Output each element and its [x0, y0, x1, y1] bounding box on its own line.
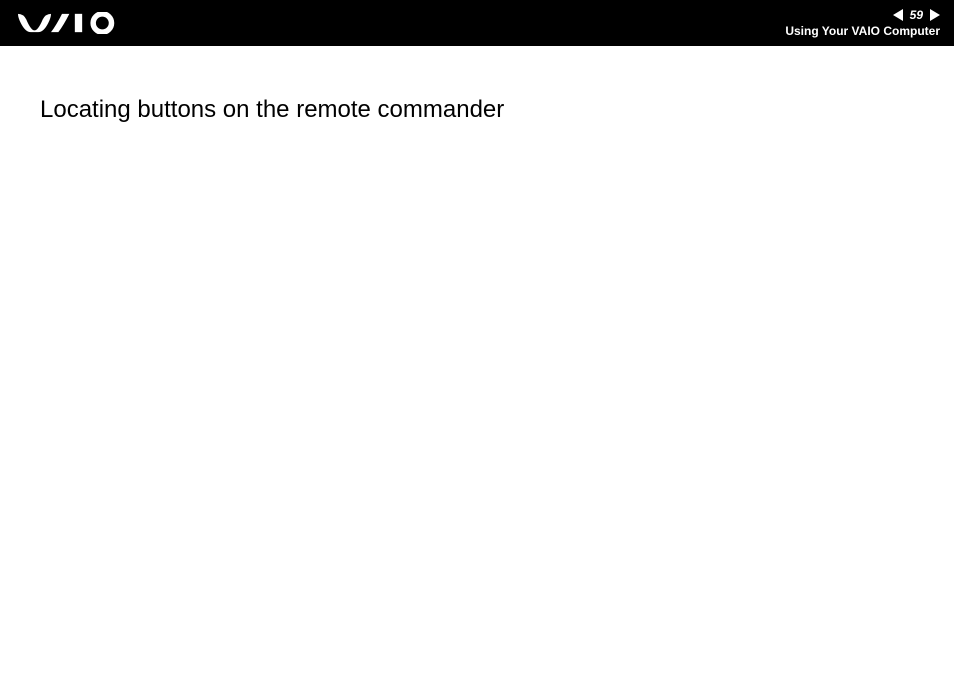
vaio-logo — [18, 12, 128, 34]
next-page-arrow-icon[interactable] — [930, 9, 940, 21]
page-number: 59 — [907, 8, 926, 22]
section-title: Using Your VAIO Computer — [785, 24, 940, 38]
page-navigator: 59 — [893, 8, 940, 22]
header-right: 59 Using Your VAIO Computer — [785, 8, 940, 38]
page-content: Locating buttons on the remote commander — [0, 46, 954, 174]
page-header: 59 Using Your VAIO Computer — [0, 0, 954, 46]
prev-page-arrow-icon[interactable] — [893, 9, 903, 21]
page-heading: Locating buttons on the remote commander — [40, 96, 914, 124]
